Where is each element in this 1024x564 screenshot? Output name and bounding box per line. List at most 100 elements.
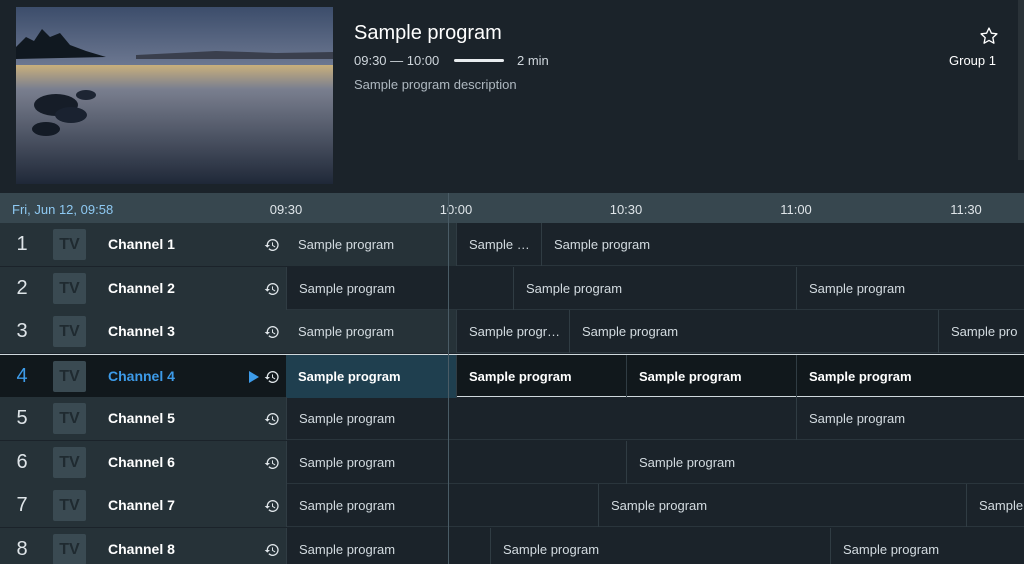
program-cell[interactable]: Sample program [796, 267, 1024, 310]
channel-row[interactable]: 4 TV Channel 4 Sample program Sample program… [0, 354, 1024, 398]
program-time-range: 09:30 — 10:00 [354, 53, 440, 68]
program-cell[interactable]: Sample program [513, 267, 796, 310]
program-cell[interactable]: Sample program [796, 397, 1024, 440]
program-title: Sample program [354, 22, 502, 44]
channel-logo: TV [53, 361, 86, 392]
channel-row[interactable]: 8 TV Channel 8 Sample program Sample program… [0, 528, 1024, 564]
channel-row[interactable]: 7 TV Channel 7 Sample program Sample program… [0, 484, 1024, 527]
program-cell[interactable]: Sample program [569, 310, 937, 353]
channel-row[interactable]: 6 TV Channel 6 Sample program Sample program [0, 441, 1024, 484]
timeline-header: Fri, Jun 12, 09:58 09:30 10:00 10:30 11:… [0, 193, 1024, 223]
program-cell[interactable]: Sample program [286, 355, 456, 398]
history-icon[interactable] [264, 237, 280, 253]
program-cell[interactable]: Sample program [286, 267, 513, 310]
program-cell[interactable]: Sample program [626, 441, 1024, 484]
channel-info[interactable]: 5 TV Channel 5 [0, 397, 286, 440]
channel-logo: TV [53, 273, 86, 304]
history-icon[interactable] [264, 498, 280, 514]
channel-info[interactable]: 1 TV Channel 1 [0, 223, 286, 266]
history-icon[interactable] [264, 455, 280, 471]
channel-number: 3 [16, 320, 28, 342]
program-list: Sample program Sample program [286, 397, 1024, 440]
program-cell[interactable]: Sample program [541, 223, 1024, 266]
group-label[interactable]: Group 1 [949, 53, 996, 68]
program-cell[interactable]: Sample program [830, 528, 1024, 564]
channel-logo-text: TV [59, 368, 80, 385]
program-cell[interactable]: Sample program [598, 484, 966, 527]
program-cell[interactable]: Sample progr… [456, 310, 569, 353]
channel-row[interactable]: 5 TV Channel 5 Sample program Sample program [0, 397, 1024, 440]
channel-info[interactable]: 8 TV Channel 8 [0, 528, 286, 564]
program-cell[interactable]: Sample program [286, 441, 626, 484]
time-tick: 11:00 [780, 202, 812, 217]
channel-row[interactable]: 1 TV Channel 1 Sample program Sample … Sample… [0, 223, 1024, 266]
program-list: Sample program Sample program Sample progr… [286, 528, 1024, 564]
star-icon[interactable] [979, 26, 999, 46]
program-progress-bar [454, 59, 504, 62]
program-cell[interactable]: Sample program [456, 355, 626, 398]
program-cell[interactable]: Sample program [286, 223, 456, 266]
channel-logo: TV [53, 534, 86, 564]
channel-name: Channel 7 [108, 497, 175, 513]
history-icon[interactable] [264, 324, 280, 340]
channel-name: Channel 2 [108, 280, 175, 296]
program-description: Sample program description [354, 77, 517, 92]
channel-number: 1 [16, 233, 28, 255]
channel-row[interactable]: 3 TV Channel 3 Sample program Sample progr… S… [0, 310, 1024, 353]
channel-info[interactable]: 4 TV Channel 4 [0, 355, 286, 398]
channel-number: 5 [16, 407, 28, 429]
program-info-panel: Sample program 09:30 — 10:00 2 min Sampl… [0, 0, 1024, 193]
channel-number: 8 [16, 538, 28, 560]
channel-info[interactable]: 7 TV Channel 7 [0, 484, 286, 527]
channel-name: Channel 5 [108, 410, 175, 426]
program-remaining: 2 min [517, 53, 549, 68]
channel-info[interactable]: 3 TV Channel 3 [0, 310, 286, 353]
program-list: Sample program Sample program Sample progr… [286, 267, 1024, 310]
channel-logo: TV [53, 229, 86, 260]
channel-name: Channel 4 [108, 368, 175, 384]
scrollbar[interactable] [1018, 0, 1024, 160]
time-tick: 10:00 [439, 202, 473, 217]
history-icon[interactable] [264, 369, 280, 385]
program-cell[interactable]: Sample … [456, 223, 541, 266]
program-cell[interactable]: Sample [966, 484, 1024, 527]
channel-info[interactable]: 6 TV Channel 6 [0, 441, 286, 484]
channel-name: Channel 8 [108, 541, 175, 557]
time-tick: 11:30 [950, 202, 982, 217]
channel-number: 6 [16, 451, 28, 473]
channel-row[interactable]: 2 TV Channel 2 Sample program Sample program… [0, 267, 1024, 310]
current-date-time: Fri, Jun 12, 09:58 [12, 202, 114, 217]
history-icon[interactable] [264, 281, 280, 297]
channel-logo-text: TV [59, 410, 80, 427]
program-cell[interactable]: Sample program [286, 397, 796, 440]
current-time-line [448, 193, 449, 564]
channel-logo: TV [53, 490, 86, 521]
channel-logo-text: TV [59, 236, 80, 253]
program-list: Sample program Sample … Sample program [286, 223, 1024, 266]
channel-logo-text: TV [59, 323, 80, 340]
channel-logo-text: TV [59, 497, 80, 514]
time-tick: 09:30 [269, 202, 303, 217]
channel-info[interactable]: 2 TV Channel 2 [0, 267, 286, 310]
program-preview-image [16, 7, 333, 184]
program-list: Sample program Sample program [286, 441, 1024, 484]
history-icon[interactable] [264, 542, 280, 558]
history-icon[interactable] [264, 411, 280, 427]
program-cell[interactable]: Sample program [490, 528, 830, 564]
channel-name: Channel 3 [108, 323, 175, 339]
program-cell[interactable]: Sample program [796, 355, 1024, 398]
channel-name: Channel 1 [108, 236, 175, 252]
program-cell[interactable]: Sample program [286, 528, 490, 564]
program-cell[interactable]: Sample pro [938, 310, 1024, 353]
program-list: Sample program Sample progr… Sample progra… [286, 310, 1024, 353]
channel-logo-text: TV [59, 541, 80, 558]
play-icon [248, 370, 260, 384]
time-tick: 10:30 [609, 202, 643, 217]
program-cell[interactable]: Sample program [286, 484, 598, 527]
channel-logo: TV [53, 403, 86, 434]
channel-logo: TV [53, 316, 86, 347]
channel-logo-text: TV [59, 280, 80, 297]
program-cell[interactable]: Sample program [286, 310, 456, 353]
program-cell[interactable]: Sample program [626, 355, 796, 398]
channel-name: Channel 6 [108, 454, 175, 470]
